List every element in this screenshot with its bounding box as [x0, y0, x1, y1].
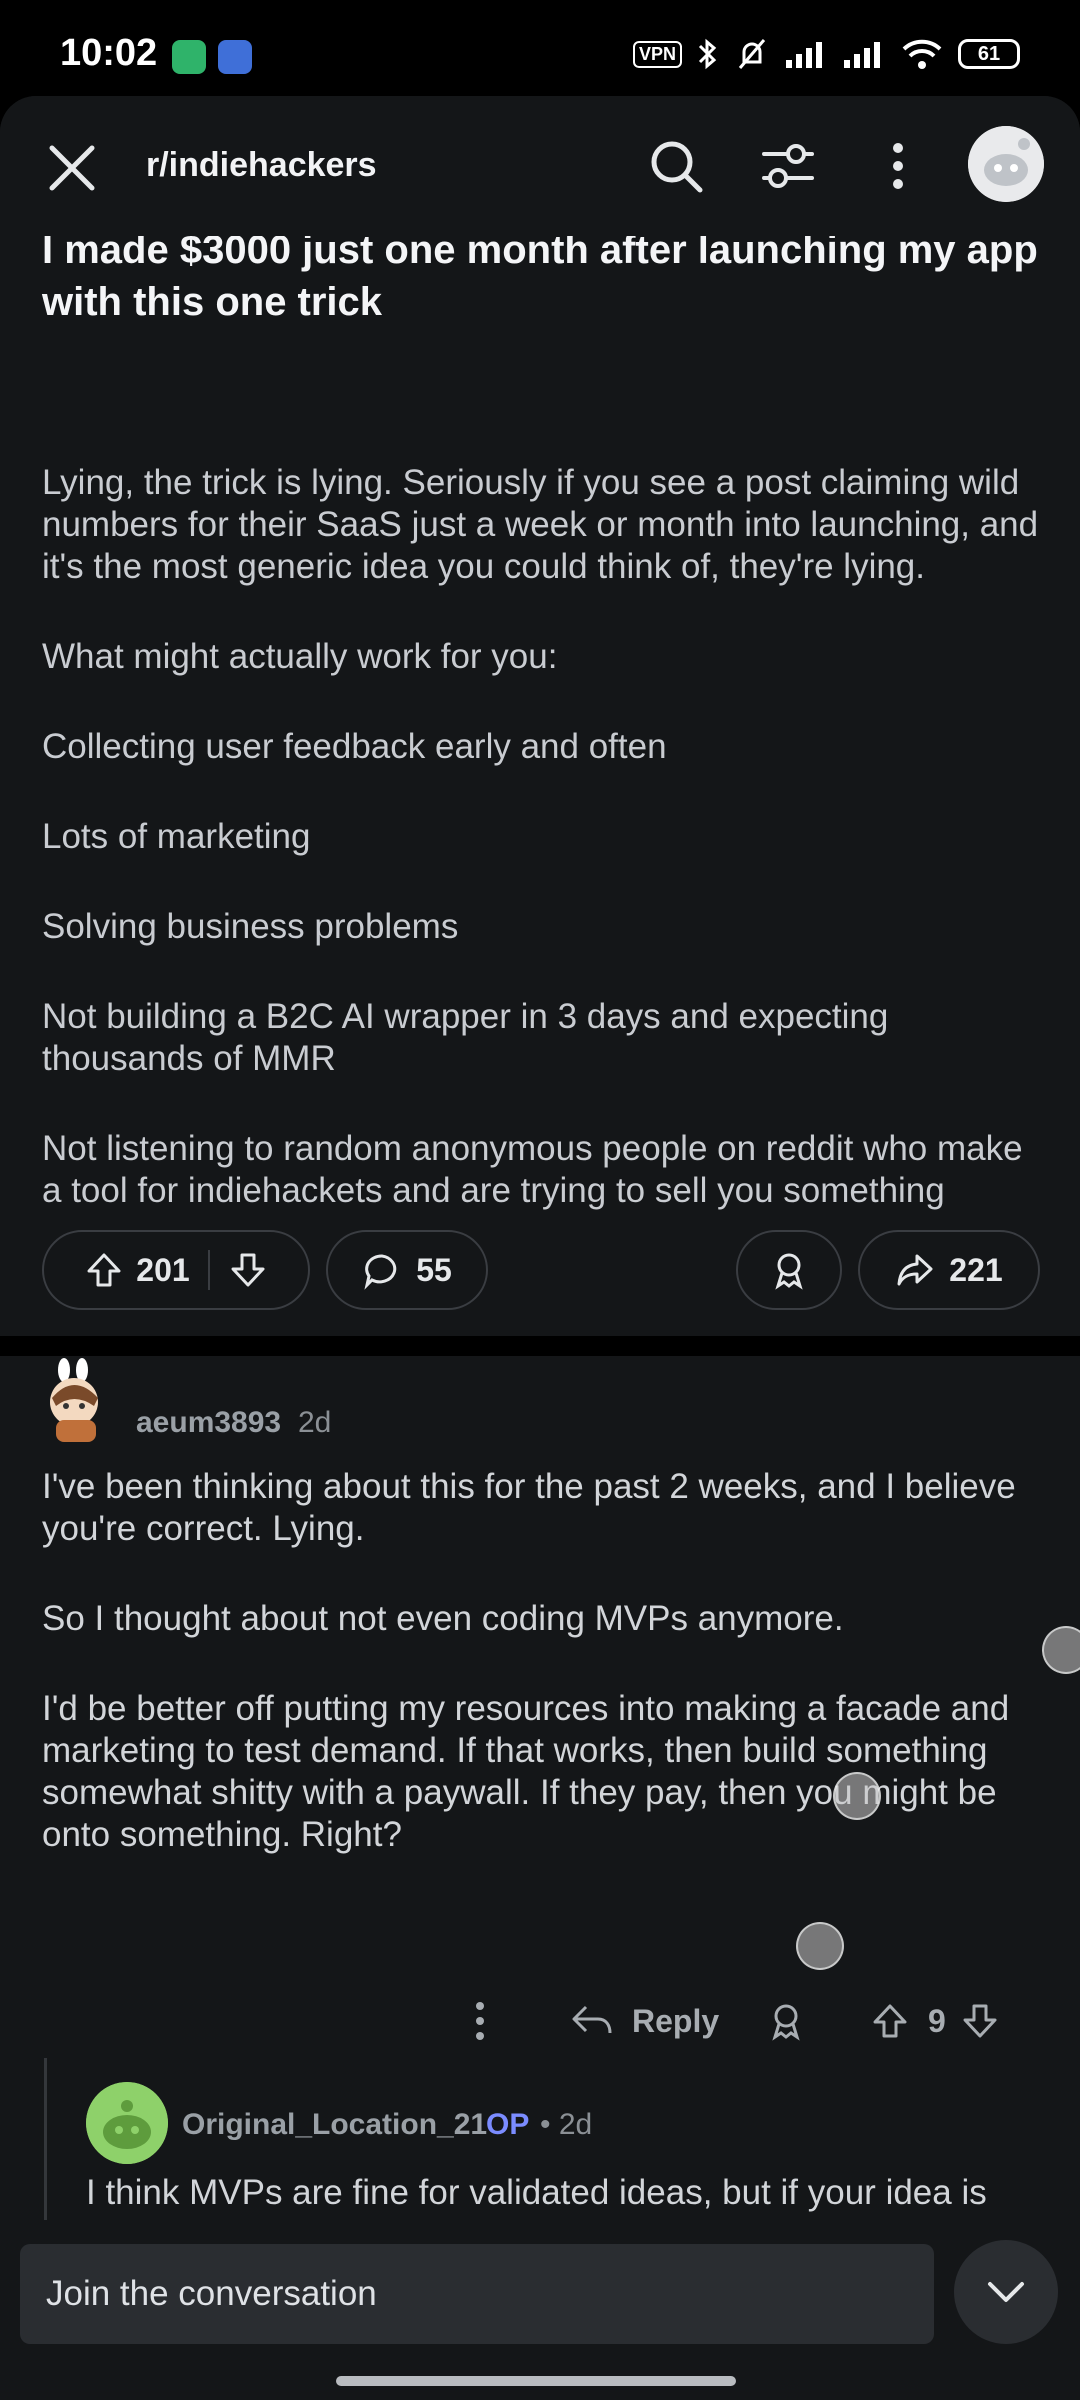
share-icon [897, 1254, 933, 1286]
status-bar: 10:02 VPN 61 [0, 0, 1080, 96]
post-paragraph: What might actually work for you: [42, 637, 558, 676]
reply-avatar[interactable] [86, 2082, 168, 2164]
reply-time: • 2d [540, 2108, 593, 2141]
vote-pill: 201 [42, 1230, 310, 1310]
reply-icon [572, 2005, 612, 2034]
bottom-bar: Join the conversation [0, 2220, 1080, 2400]
app-screen: r/indiehackers I made $3000 just one mon… [0, 96, 1080, 2400]
comment-count: 55 [416, 1251, 452, 1288]
downvote-icon[interactable] [960, 2001, 1000, 2041]
share-count: 221 [949, 1251, 1003, 1288]
top-bar: r/indiehackers [0, 96, 1080, 236]
status-icons: VPN 61 [632, 36, 1020, 72]
award-button[interactable] [736, 1230, 842, 1310]
op-badge: OP [486, 2108, 530, 2141]
upvote-count: 201 [136, 1251, 190, 1288]
comment-avatar[interactable] [42, 1358, 118, 1444]
post-action-row: 201 55 221 [42, 1230, 1040, 1314]
touch-indicator [1042, 1626, 1080, 1674]
section-divider [0, 1336, 1080, 1356]
comment-icon [364, 1254, 397, 1290]
touch-indicator [833, 1772, 881, 1820]
more-options-icon [476, 2002, 484, 2040]
signal-icon [844, 42, 880, 68]
search-icon[interactable] [644, 134, 708, 198]
wifi-icon [902, 39, 942, 69]
comment-more-button[interactable] [460, 1986, 500, 2056]
comment-body: I've been thinking about this for the pa… [42, 1466, 1042, 1904]
reply-label: Reply [632, 2002, 720, 2039]
comment-paragraph: I'd be better off putting my resources i… [42, 1689, 1010, 1854]
bluetooth-icon [698, 38, 717, 70]
mute-bell-icon [738, 39, 766, 69]
comment-vote-count: 9 [928, 2002, 946, 2039]
post-paragraph: Collecting user feedback early and often [42, 727, 667, 766]
upvote-icon[interactable] [870, 2001, 910, 2041]
award-icon [775, 1253, 803, 1290]
join-conversation-input[interactable]: Join the conversation [20, 2244, 934, 2344]
comment-action-row: Reply 9 [460, 1986, 1050, 2056]
share-button[interactable]: 221 [858, 1230, 1040, 1310]
vpn-icon: VPN [632, 40, 682, 68]
collapse-button[interactable] [954, 2240, 1058, 2344]
comment-award-button[interactable] [766, 1986, 806, 2056]
post-paragraph: Lots of marketing [42, 817, 311, 856]
comment-time: 2d [298, 1406, 332, 1439]
comment-username[interactable]: aeum3893 [136, 1406, 281, 1440]
comment-paragraph: So I thought about not even coding MVPs … [42, 1599, 844, 1638]
user-avatar[interactable] [968, 126, 1044, 202]
post-paragraph: Not building a B2C AI wrapper in 3 days … [42, 997, 889, 1078]
comments-button[interactable]: 55 [326, 1230, 488, 1310]
touch-indicator [796, 1922, 844, 1970]
sort-filter-icon[interactable] [756, 134, 820, 198]
battery-icon: 61 [958, 39, 1020, 69]
app-notification-icon [218, 40, 252, 74]
signal-icon [786, 42, 822, 68]
comment-paragraph: I've been thinking about this for the pa… [42, 1467, 1016, 1548]
status-time: 10:02 [60, 32, 158, 74]
comment-vote-control: 9 [870, 1986, 1000, 2056]
post-paragraph: Not listening to random anonymous people… [42, 1129, 1023, 1210]
upvote-icon[interactable] [84, 1250, 124, 1290]
more-options-icon[interactable] [866, 134, 930, 198]
reply-button[interactable]: Reply [570, 1986, 719, 2056]
subreddit-name[interactable]: r/indiehackers [146, 146, 377, 185]
post-title: I made $3000 just one month after launch… [42, 228, 1038, 324]
reply-username[interactable]: Original_Location_21 [182, 2108, 487, 2142]
post-paragraph: Lying, the trick is lying. Seriously if … [42, 463, 1039, 586]
close-icon[interactable] [44, 140, 100, 196]
award-icon [772, 2004, 800, 2041]
post-body: Lying, the trick is lying. Seriously if … [42, 462, 1042, 1260]
app-notification-icon [172, 40, 206, 74]
downvote-icon[interactable] [228, 1250, 268, 1290]
post-paragraph: Solving business problems [42, 907, 459, 946]
home-indicator[interactable] [336, 2376, 736, 2386]
chevron-down-icon [988, 2282, 1024, 2302]
